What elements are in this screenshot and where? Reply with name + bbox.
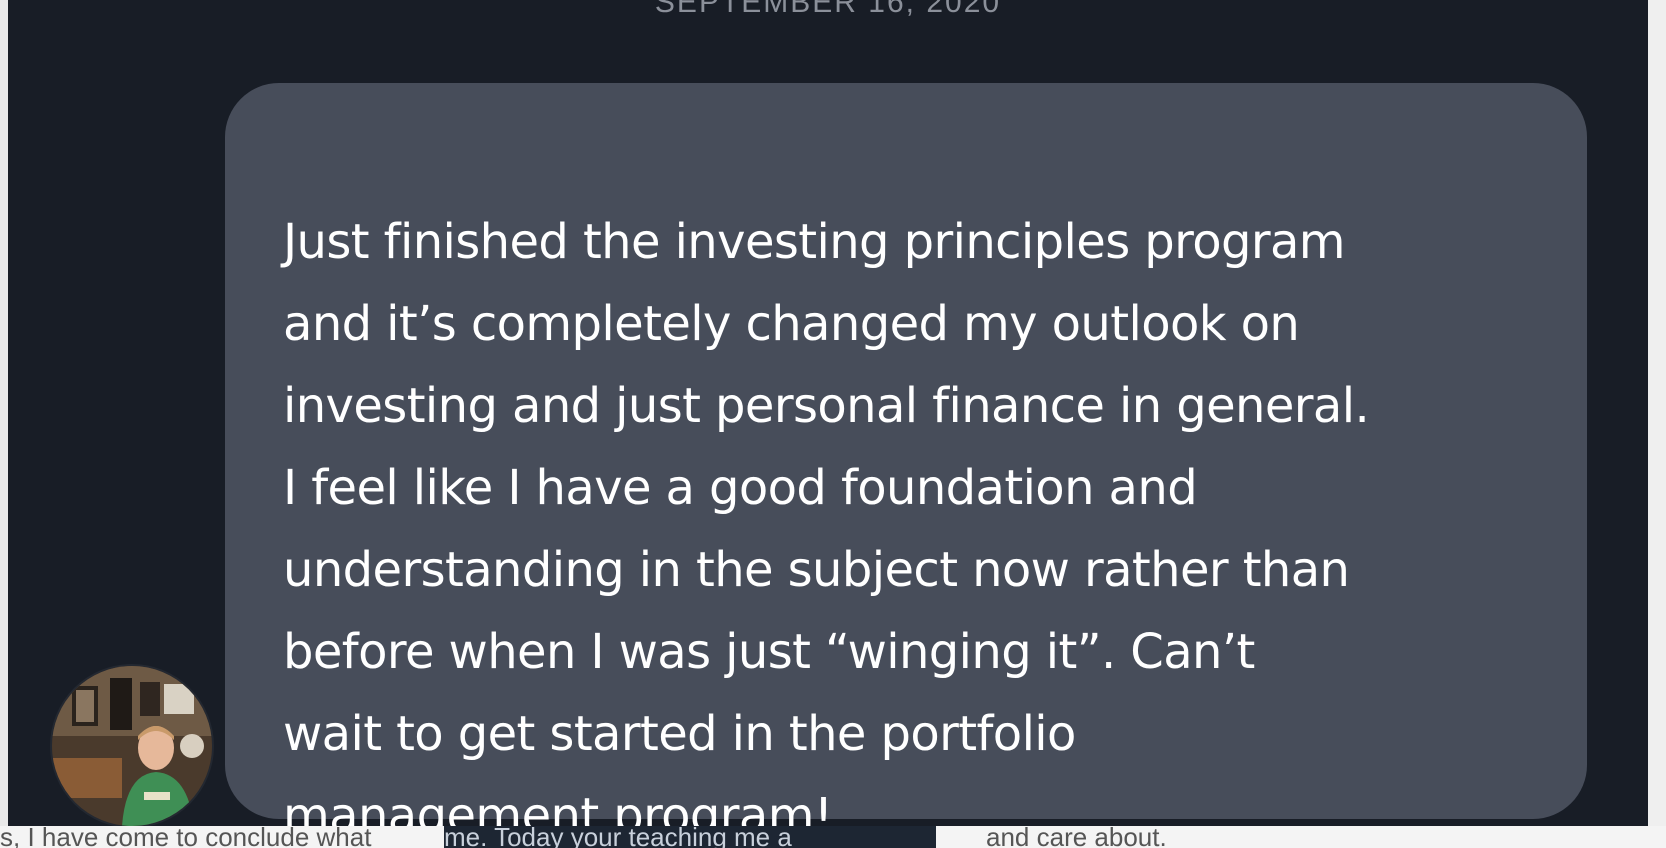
background-text-right: and care about. bbox=[986, 826, 1167, 848]
message-bubble[interactable]: Just finished the investing principles p… bbox=[225, 83, 1587, 844]
screenshot-page: SEPTEMBER 16, 2020 Just finished the inv… bbox=[0, 0, 1666, 848]
left-edge bbox=[0, 0, 8, 848]
message-text: Just finished the investing principles p… bbox=[283, 214, 1370, 844]
date-header: SEPTEMBER 16, 2020 bbox=[654, 0, 1002, 19]
background-text-middle: me. Today your teaching me a bbox=[444, 826, 936, 848]
background-page-strip: s, I have come to conclude what me. Toda… bbox=[0, 826, 1666, 848]
background-text-left: s, I have come to conclude what bbox=[0, 826, 372, 848]
chat-area: SEPTEMBER 16, 2020 Just finished the inv… bbox=[8, 0, 1648, 844]
right-edge bbox=[1648, 0, 1666, 848]
sender-avatar[interactable] bbox=[50, 664, 214, 828]
user-avatar-photo-icon bbox=[52, 666, 212, 826]
